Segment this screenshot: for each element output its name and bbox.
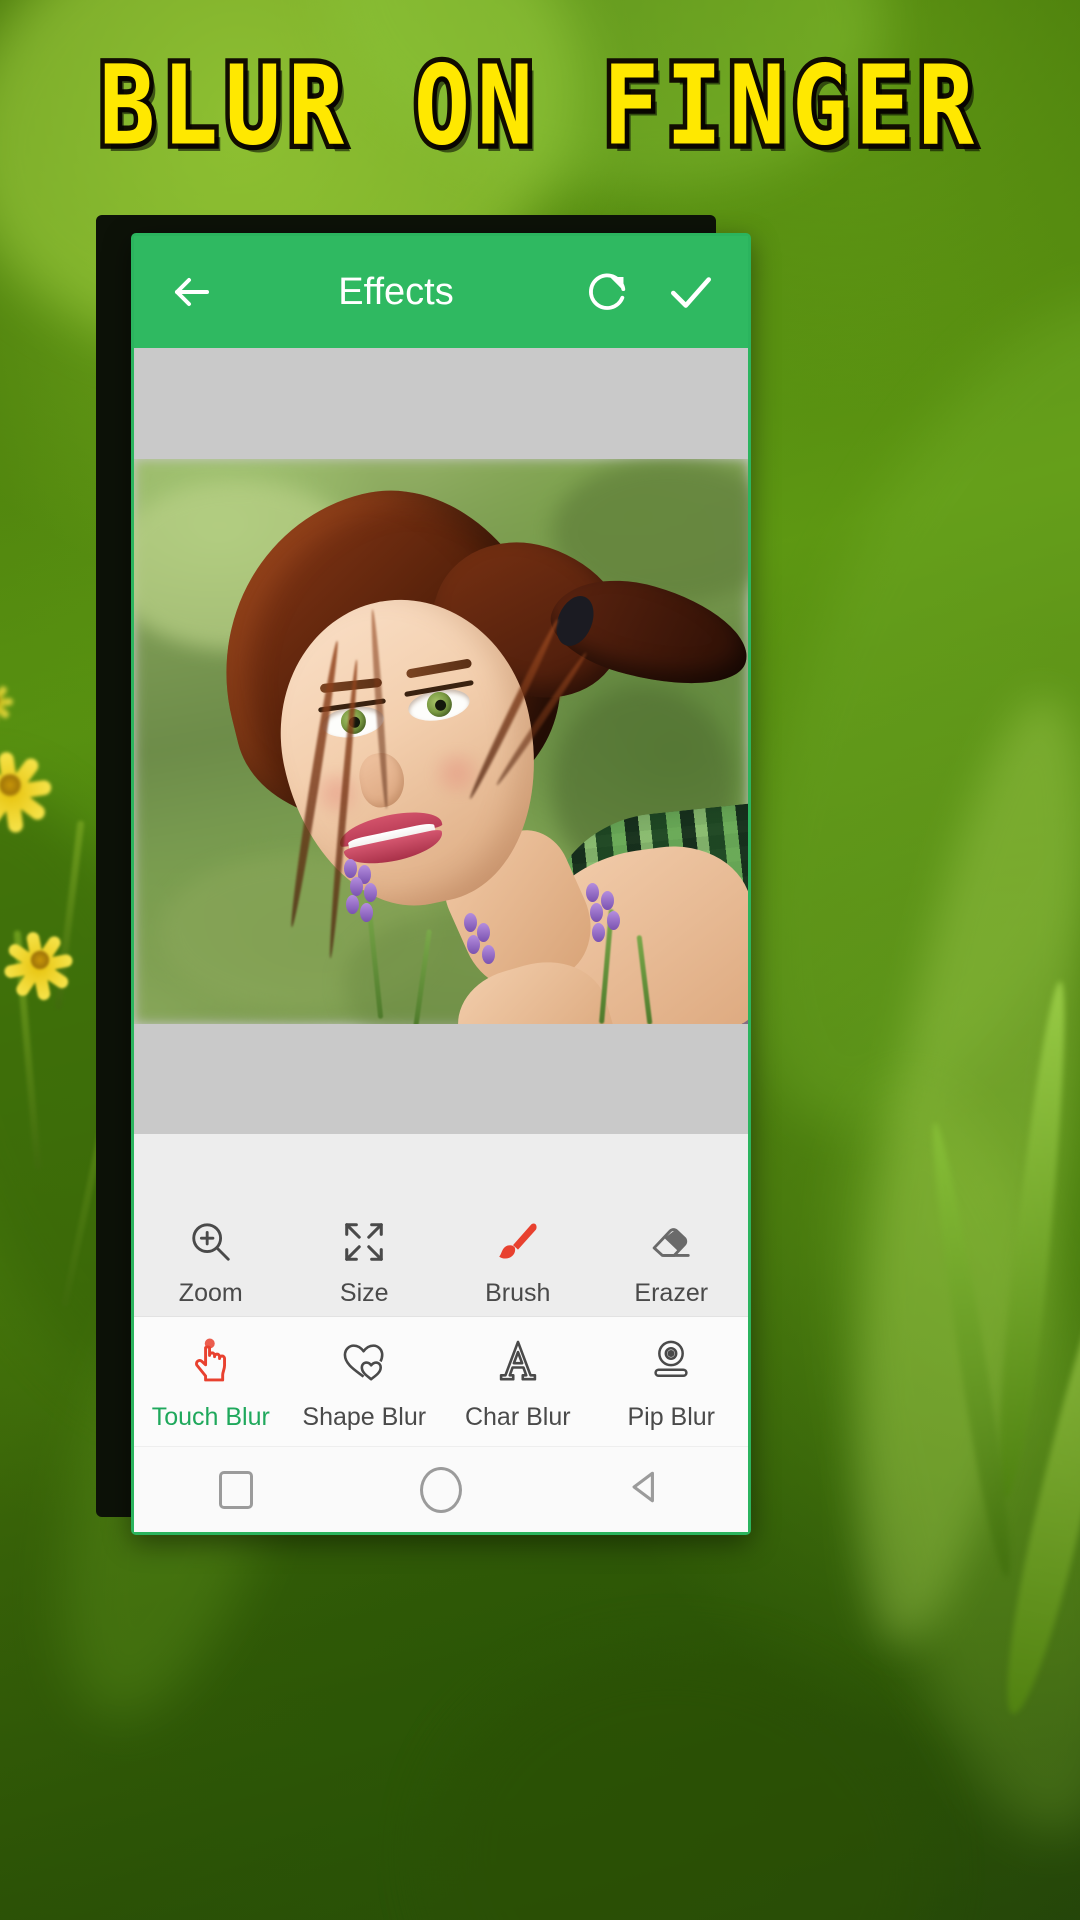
blur-mode-tabs: Touch Blur Shape Blur Char Blur Pip Blur — [134, 1316, 748, 1446]
tool-panel: Zoom Size Brush Erazer — [134, 1134, 748, 1316]
resize-icon — [341, 1215, 387, 1269]
tab-label: Pip Blur — [627, 1403, 716, 1431]
webcam-icon — [646, 1331, 696, 1391]
tool-zoom[interactable]: Zoom — [134, 1215, 288, 1316]
tool-row: Zoom Size Brush Erazer — [134, 1194, 748, 1316]
eraser-icon — [648, 1215, 694, 1269]
square-icon — [219, 1470, 254, 1509]
app-bar: Effects — [134, 236, 748, 348]
tab-label: Touch Blur — [151, 1403, 270, 1431]
check-icon — [671, 277, 711, 308]
arrow-left-icon — [175, 278, 209, 306]
tool-label: Erazer — [634, 1279, 709, 1307]
back-nav-button[interactable] — [591, 1447, 701, 1533]
tool-brush[interactable]: Brush — [441, 1215, 595, 1316]
page-title: Effects — [338, 270, 454, 313]
back-button[interactable] — [160, 261, 222, 323]
promo-banner: BLUR ON FINGER — [0, 46, 1080, 166]
brush-icon — [495, 1215, 541, 1269]
recents-button[interactable] — [181, 1447, 291, 1533]
tool-label: Brush — [485, 1279, 551, 1307]
tool-label: Size — [339, 1279, 389, 1307]
tab-label: Char Blur — [464, 1403, 571, 1431]
tool-erazer[interactable]: Erazer — [595, 1215, 749, 1316]
promo-title: BLUR ON FINGER — [95, 42, 981, 170]
tab-shape-blur[interactable]: Shape Blur — [288, 1331, 442, 1432]
edited-photo[interactable] — [134, 458, 748, 1024]
tab-touch-blur[interactable]: Touch Blur — [134, 1331, 288, 1432]
letter-a-icon — [492, 1331, 544, 1391]
refresh-icon — [589, 273, 626, 310]
tab-pip-blur[interactable]: Pip Blur — [595, 1331, 749, 1432]
done-button[interactable] — [660, 261, 722, 323]
triangle-left-icon — [624, 1465, 668, 1514]
circle-icon — [419, 1466, 462, 1513]
tool-size[interactable]: Size — [288, 1215, 442, 1316]
tab-label: Shape Blur — [302, 1403, 427, 1431]
home-button[interactable] — [386, 1447, 496, 1533]
zoom-in-icon — [188, 1215, 234, 1269]
phone-screen: Effects Zoom Size Brush Erazer Touch Blu… — [134, 236, 748, 1532]
reset-button[interactable] — [576, 261, 638, 323]
hearts-icon — [338, 1331, 390, 1391]
android-navigation-bar — [134, 1446, 748, 1532]
touch-finger-icon — [186, 1331, 236, 1391]
tool-label: Zoom — [178, 1279, 243, 1307]
editor-canvas[interactable] — [134, 348, 748, 1134]
tab-char-blur[interactable]: Char Blur — [441, 1331, 595, 1432]
phone-device: Effects Zoom Size Brush Erazer Touch Blu… — [131, 233, 751, 1535]
